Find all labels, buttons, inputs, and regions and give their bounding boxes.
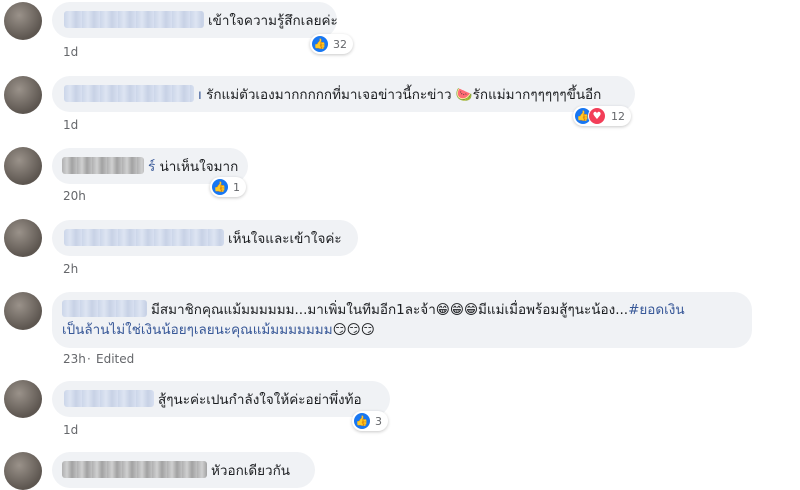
watermelon-emoji: 🍉	[455, 87, 473, 103]
commenter-name[interactable]	[64, 390, 154, 407]
comment-bubble: เข้าใจความรู้สึกเลยค่ะ	[52, 2, 338, 38]
grin-emoji: 😁	[463, 302, 479, 318]
comment-bubble: มีสมาชิกคุณแม้มมมมมม...มาเพิ่มในทีมอีก1ล…	[52, 292, 752, 348]
like-icon: 👍	[212, 179, 228, 195]
smirk-emoji: 😏	[360, 322, 375, 338]
reaction-count: 3	[375, 414, 382, 428]
avatar[interactable]	[4, 380, 42, 418]
reaction-count: 12	[611, 109, 625, 123]
reaction-summary[interactable]: 👍 32	[310, 34, 353, 54]
commenter-name[interactable]	[62, 461, 207, 478]
commenter-name[interactable]	[62, 300, 147, 317]
comment-text: หัวอกเดียวกัน	[211, 463, 291, 479]
grin-emoji: 😁	[435, 302, 450, 318]
comment-timestamp[interactable]: 2h	[63, 262, 78, 276]
avatar[interactable]	[4, 219, 42, 257]
edited-label[interactable]: Edited	[96, 352, 134, 366]
comment-text: รักแม่ตัวเองมากกกกกที่มาเจอข่าวนี้กะข่าว	[206, 87, 452, 103]
comment-text-continued: รักแม่มากๆๆๆๆๆขึ้นอีก	[472, 87, 602, 103]
reaction-summary[interactable]: 👍 3	[352, 411, 388, 431]
avatar[interactable]	[4, 76, 42, 114]
comment-timestamp[interactable]: 1d	[63, 423, 78, 437]
comment-bubble: ı รักแม่ตัวเองมากกกกกที่มาเจอข่าวนี้กะข่…	[52, 76, 635, 112]
commenter-name[interactable]	[64, 229, 224, 246]
grin-emoji: 😁	[449, 302, 464, 318]
like-icon: 👍	[354, 413, 370, 429]
comment-text: เห็นใจและเข้าใจค่ะ	[228, 231, 342, 247]
comment-text: เข้าใจความรู้สึกเลยค่ะ	[208, 13, 338, 29]
love-icon: ♥	[588, 107, 606, 125]
comment-text: มีสมาชิกคุณแม้มมมมมม...มาเพิ่มในทีมอีก1ล…	[151, 302, 436, 318]
reaction-summary[interactable]: 👍 ♥ 12	[573, 106, 631, 126]
reaction-count: 1	[233, 180, 240, 194]
comment-bubble: สู้ๆนะค่ะเปนกำลังใจให้ค่ะอย่าพึ่งท้อ	[52, 381, 390, 417]
comment-bubble: หัวอกเดียวกัน	[52, 452, 315, 488]
comment-timestamp[interactable]: 1d	[63, 118, 78, 132]
comment-timestamp[interactable]: 23h	[63, 352, 86, 366]
reaction-count: 32	[333, 37, 347, 51]
smirk-emoji: 😏	[346, 322, 361, 338]
name-fragment: ร์	[148, 159, 156, 175]
hashtag-link-continued[interactable]: เป็นล้านไม่ใช่เงินน้อยๆเลยนะคุณแม้มมมมมม…	[62, 322, 333, 338]
hashtag-link[interactable]: #ยอดเงิน	[628, 302, 685, 318]
comment-bubble: เห็นใจและเข้าใจค่ะ	[52, 220, 358, 256]
avatar[interactable]	[4, 147, 42, 185]
reaction-summary[interactable]: 👍 1	[210, 177, 246, 197]
avatar[interactable]	[4, 452, 42, 490]
comment-text-continued: มีแม่เมื่อพร้อมสู้ๆนะน้อง...	[478, 302, 629, 318]
like-icon: 👍	[312, 36, 328, 52]
commenter-name[interactable]	[62, 157, 144, 174]
comment-text: สู้ๆนะค่ะเปนกำลังใจให้ค่ะอย่าพึ่งท้อ	[158, 392, 362, 408]
comment-timestamp[interactable]: 1d	[63, 45, 78, 59]
commenter-name[interactable]	[64, 11, 204, 28]
comment-text: น่าเห็นใจมาก	[159, 159, 239, 175]
avatar[interactable]	[4, 2, 42, 40]
name-fragment: ı	[198, 87, 202, 103]
dot-separator: ·	[87, 352, 91, 366]
avatar[interactable]	[4, 292, 42, 330]
smirk-emoji: 😏	[332, 322, 347, 338]
commenter-name[interactable]	[64, 85, 194, 102]
comment-timestamp[interactable]: 20h	[63, 189, 86, 203]
